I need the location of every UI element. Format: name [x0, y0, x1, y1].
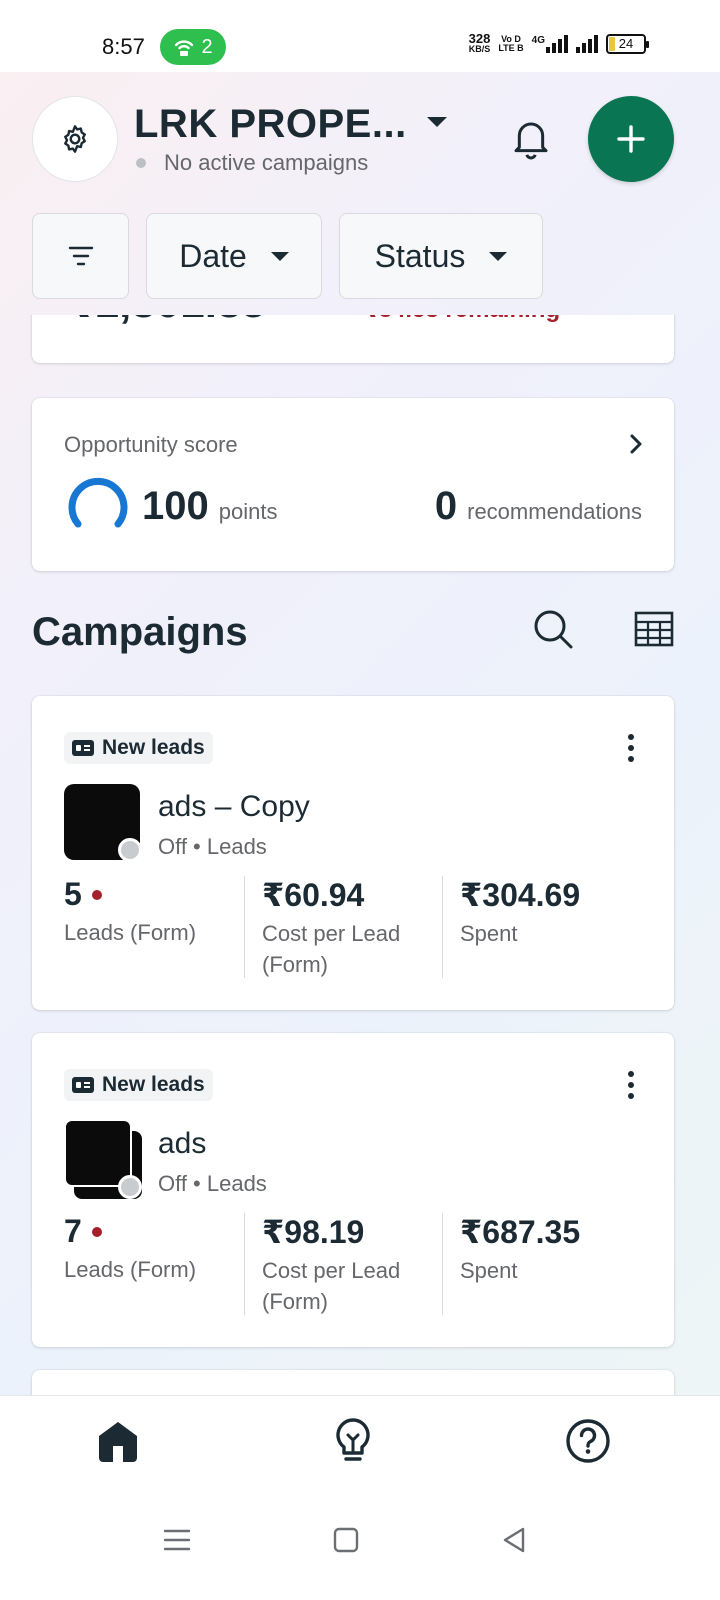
divider: [442, 1213, 443, 1315]
back-nav-button[interactable]: [494, 1520, 534, 1560]
metric-spent: ₹687.35 Spent: [460, 1214, 581, 1283]
metric-cost-per-lead: ₹98.19 Cost per Lead (Form): [262, 1214, 401, 1314]
date-filter[interactable]: Date: [146, 213, 322, 299]
caret-down-icon: [426, 116, 447, 127]
square-icon: [333, 1527, 359, 1553]
caret-down-icon: [489, 251, 508, 261]
more-options-button[interactable]: [628, 734, 634, 762]
signal-4g-icon: 4G: [532, 35, 568, 53]
dashboard-scroll-area[interactable]: ₹1,301.35 ₹34.58 remaining Opportunity s…: [0, 315, 720, 1395]
metric-spent: ₹304.69 Spent: [460, 877, 581, 946]
home-icon: [99, 1422, 137, 1462]
campaigns-title: Campaigns: [32, 610, 248, 654]
lead-form-icon: [72, 1077, 94, 1093]
points-unit: points: [218, 499, 278, 524]
budget-card[interactable]: ₹1,301.35 ₹34.58 remaining: [32, 315, 674, 363]
back-triangle-icon: [503, 1527, 525, 1553]
divider: [244, 1213, 245, 1315]
campaign-name: ads – Copy: [158, 790, 310, 823]
menu-icon: [163, 1529, 191, 1551]
date-filter-label: Date: [179, 237, 247, 274]
menu-nav-button[interactable]: [157, 1520, 197, 1560]
campaign-card[interactable]: New leads ads Off • Leads 7 Leads (Form)…: [32, 1033, 674, 1347]
budget-amount: ₹1,301.35: [64, 315, 266, 328]
nav-tips[interactable]: [328, 1416, 378, 1466]
notifications-button[interactable]: [508, 114, 554, 164]
badge-label: New leads: [102, 736, 205, 759]
hotspot-indicator: 2: [160, 29, 226, 65]
status-bar: 8:57 2 328 KB/S Vo D LTE B 4G 24: [0, 0, 720, 72]
opportunity-points: 100 points: [142, 484, 277, 529]
inactive-dot: [136, 158, 146, 168]
lead-form-icon: [72, 740, 94, 756]
campaign-card[interactable]: [32, 1370, 674, 1395]
campaign-meta: Off • Leads: [158, 834, 267, 859]
account-selector[interactable]: LRK PROPE...: [134, 102, 447, 147]
metric-leads: 7 Leads (Form): [64, 1213, 197, 1282]
opportunity-score-card[interactable]: Opportunity score 100 points 0 recommend…: [32, 398, 674, 571]
caret-down-icon: [270, 251, 289, 261]
new-leads-badge: New leads: [64, 732, 213, 764]
plus-icon: [617, 125, 645, 153]
recommendations-unit: recommendations: [467, 499, 642, 524]
battery-icon: 24: [606, 34, 649, 54]
bell-icon: [514, 122, 548, 160]
status-time: 8:57: [102, 34, 145, 59]
nav-home[interactable]: [93, 1416, 143, 1466]
divider: [244, 876, 245, 978]
hotspot-icon: [175, 40, 194, 56]
alert-dot: [91, 889, 102, 900]
new-leads-badge: New leads: [64, 1069, 213, 1101]
volte-indicator: Vo D LTE B: [498, 34, 524, 53]
recommendations-count: 0 recommendations: [435, 484, 642, 529]
chevron-right-icon: [630, 434, 642, 454]
budget-remaining: ₹34.58 remaining: [362, 315, 560, 324]
help-icon: [566, 1419, 610, 1463]
status-off-dot: [118, 1175, 142, 1199]
nav-help[interactable]: [563, 1416, 613, 1466]
hotspot-count: 2: [201, 35, 213, 58]
more-options-button[interactable]: [628, 1071, 634, 1099]
campaign-name: ads: [158, 1127, 207, 1160]
status-filter-label: Status: [374, 237, 466, 274]
filter-button[interactable]: [32, 213, 129, 299]
settings-button[interactable]: [32, 96, 118, 182]
table-icon[interactable]: [634, 611, 674, 647]
opportunity-label: Opportunity score: [64, 432, 238, 457]
alert-dot: [91, 1226, 102, 1237]
status-icons: 328 KB/S Vo D LTE B 4G 24: [468, 31, 649, 54]
account-subtitle: No active campaigns: [164, 150, 369, 175]
campaign-card[interactable]: New leads ads – Copy Off • Leads 5 Leads…: [32, 696, 674, 1010]
points-value: 100: [142, 484, 209, 528]
account-status: No active campaigns: [134, 150, 368, 176]
campaign-meta: Off • Leads: [158, 1171, 267, 1196]
system-nav-bar: [0, 1490, 720, 1600]
status-off-dot: [118, 838, 142, 862]
lightbulb-icon: [336, 1418, 370, 1461]
badge-label: New leads: [102, 1073, 205, 1096]
divider: [442, 876, 443, 978]
home-nav-button[interactable]: [326, 1520, 366, 1560]
recommendations-value: 0: [434, 484, 458, 528]
search-icon[interactable]: [532, 608, 574, 650]
score-ring-icon: [68, 477, 128, 528]
status-filter[interactable]: Status: [339, 213, 543, 299]
filter-icon: [68, 246, 93, 266]
network-speed: 328 KB/S: [468, 31, 491, 54]
bottom-nav: [0, 1395, 720, 1490]
metric-leads: 5 Leads (Form): [64, 876, 197, 945]
account-name: LRK PROPE...: [134, 102, 407, 146]
create-button[interactable]: [588, 96, 674, 182]
metric-cost-per-lead: ₹60.94 Cost per Lead (Form): [262, 877, 401, 977]
gear-icon: [64, 125, 86, 153]
budget-card-visible: ₹1,301.35 ₹34.58 remaining: [32, 315, 674, 363]
signal-icon: [576, 35, 598, 53]
